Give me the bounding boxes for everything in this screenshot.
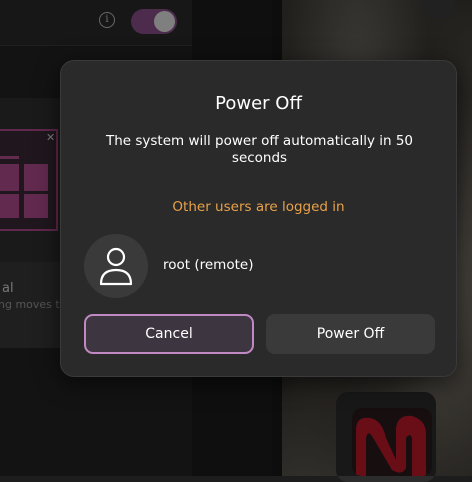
dialog-title: Power Off bbox=[215, 93, 302, 114]
dialog-message: The system will power off automatically … bbox=[105, 133, 414, 166]
power-off-button[interactable]: Power Off bbox=[266, 314, 435, 354]
logged-in-warning: Other users are logged in bbox=[172, 199, 345, 215]
power-off-dialog: Power Off The system will power off auto… bbox=[60, 60, 457, 377]
user-name: root (remote) bbox=[163, 257, 254, 273]
user-icon bbox=[99, 247, 133, 286]
cancel-button[interactable]: Cancel bbox=[84, 314, 254, 354]
user-avatar bbox=[84, 234, 148, 298]
